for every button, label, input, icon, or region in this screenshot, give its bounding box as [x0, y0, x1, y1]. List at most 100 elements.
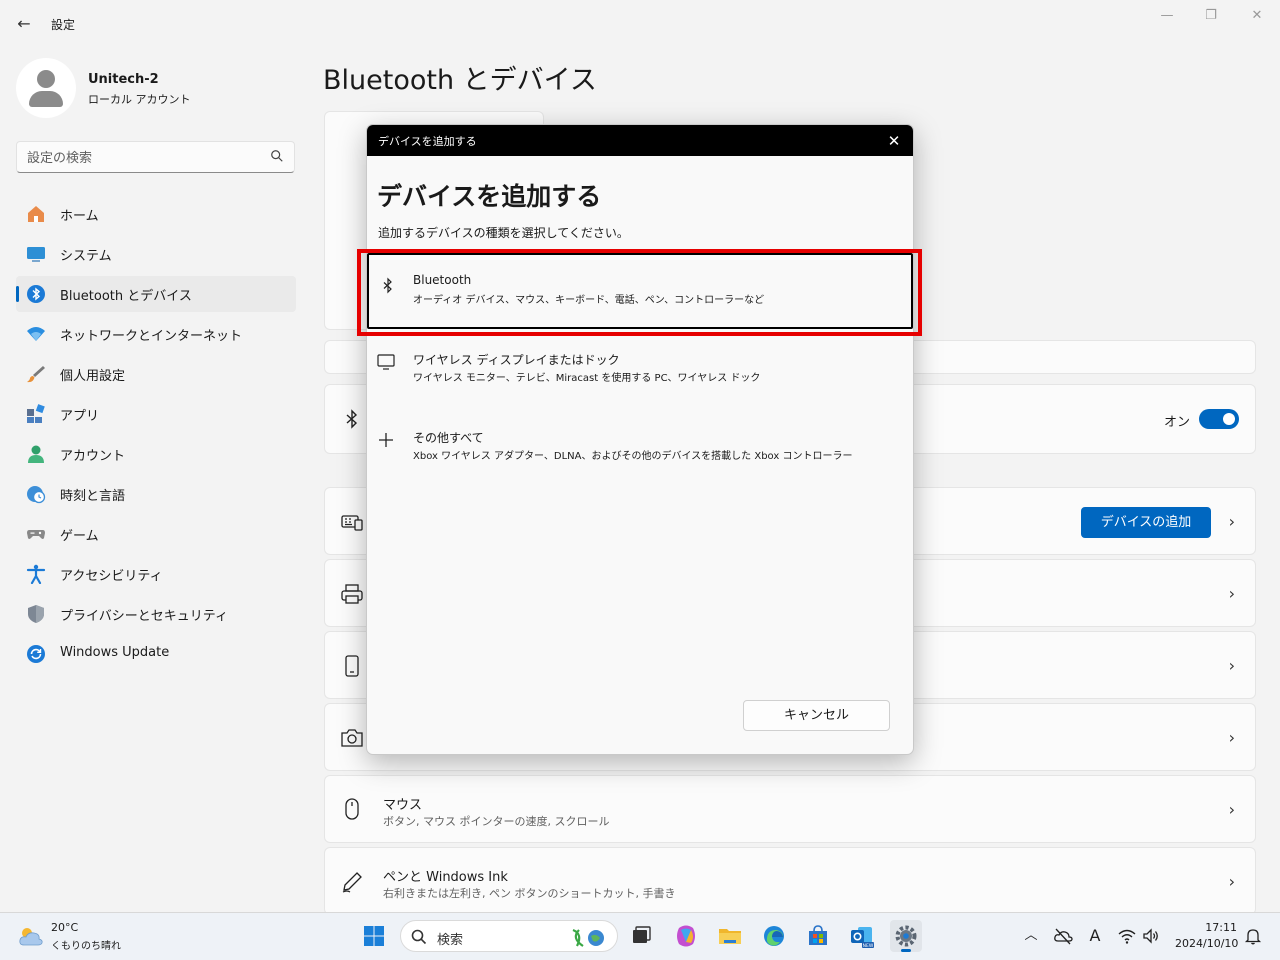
sidebar-item-time-language[interactable]: 時刻と言語	[16, 476, 296, 512]
taskbar-search[interactable]: 検索	[400, 920, 618, 952]
sidebar-item-home[interactable]: ホーム	[16, 196, 296, 232]
option-title: ワイヤレス ディスプレイまたはドック	[413, 353, 620, 367]
brush-icon	[27, 366, 45, 383]
weather-temperature[interactable]: 20°C	[51, 921, 78, 934]
search-icon	[411, 929, 427, 945]
add-device-button[interactable]: デバイスの追加	[1081, 507, 1211, 538]
settings-taskbar-button[interactable]	[890, 920, 922, 952]
sidebar-item-personalization[interactable]: 個人用設定	[16, 356, 296, 392]
pen-title: ペンと Windows Ink	[383, 870, 508, 885]
gear-icon	[895, 925, 917, 947]
option-everything-else[interactable]: その他すべて Xbox ワイヤレス アダプター、DLNA、およびその他のデバイス…	[367, 409, 913, 485]
clock-time[interactable]: 17:11	[1193, 921, 1237, 934]
chevron-right-icon: ›	[1228, 800, 1235, 819]
sidebar-item-label: アクセシビリティ	[60, 569, 163, 584]
sidebar-item-label: ホーム	[60, 209, 99, 224]
sidebar-item-label: Windows Update	[60, 645, 170, 660]
maximize-button[interactable]: ❐	[1188, 6, 1234, 30]
clock-date[interactable]: 2024/10/10	[1175, 937, 1238, 950]
bluetooth-toggle-label: オン	[1164, 415, 1191, 430]
sidebar-item-system[interactable]: システム	[16, 236, 296, 272]
sidebar-item-windows-update[interactable]: Windows Update	[16, 636, 296, 672]
page-title: Bluetooth とデバイス	[323, 65, 597, 96]
dialog-window-title: デバイスを追加する	[378, 135, 477, 148]
printer-icon	[341, 584, 363, 604]
option-wireless-display[interactable]: ワイヤレス ディスプレイまたはドック ワイヤレス モニター、テレビ、Miraca…	[367, 331, 913, 407]
cloud-sun-icon[interactable]	[18, 925, 44, 947]
pen-subtitle: 右利きまたは左利き, ペン ボタンのショートカット, 手書き	[383, 887, 676, 900]
copilot-icon[interactable]	[670, 920, 702, 952]
bluetooth-icon	[346, 409, 358, 429]
camera-icon	[341, 729, 363, 747]
gamepad-icon	[27, 530, 45, 539]
annotation-highlight-box	[357, 249, 922, 336]
sidebar-item-label: Bluetooth とデバイス	[60, 289, 192, 304]
mouse-subtitle: ボタン, マウス ポインターの速度, スクロール	[383, 815, 610, 828]
task-view-icon[interactable]	[625, 920, 657, 952]
apps-icon	[27, 404, 45, 423]
monitor-icon	[377, 354, 395, 370]
store-icon[interactable]	[802, 920, 834, 952]
pen-ink-card[interactable]: ペンと Windows Ink 右利きまたは左利き, ペン ボタンのショートカッ…	[324, 847, 1256, 915]
update-icon	[27, 645, 45, 663]
ime-indicator[interactable]: A	[1085, 926, 1105, 946]
mouse-title: マウス	[383, 798, 423, 813]
chevron-right-icon: ›	[1228, 728, 1235, 747]
app-title: 設定	[51, 18, 76, 32]
option-subtitle: ワイヤレス モニター、テレビ、Miracast を使用する PC、ワイヤレス ド…	[413, 373, 761, 384]
settings-search[interactable]	[16, 141, 295, 173]
minimize-button[interactable]: —	[1144, 6, 1190, 30]
file-explorer-icon[interactable]	[714, 920, 746, 952]
sidebar-item-bluetooth[interactable]: Bluetooth とデバイス	[16, 276, 296, 312]
monitor-icon	[27, 247, 45, 262]
chevron-right-icon: ›	[1228, 872, 1235, 891]
sidebar-item-label: プライバシーとセキュリティ	[60, 609, 228, 624]
dialog-heading: デバイスを追加する	[377, 182, 602, 211]
chevron-up-icon[interactable]: ︿	[1021, 926, 1041, 946]
notification-bell-icon[interactable]	[1243, 926, 1263, 946]
dialog-description: 追加するデバイスの種類を選択してください。	[378, 226, 629, 240]
sidebar-item-label: アカウント	[60, 449, 126, 464]
avatar[interactable]	[16, 58, 76, 118]
sidebar-item-accounts[interactable]: アカウント	[16, 436, 296, 472]
chevron-right-icon: ›	[1228, 512, 1235, 531]
bluetooth-toggle[interactable]	[1199, 409, 1239, 429]
chevron-right-icon: ›	[1228, 584, 1235, 603]
sidebar-item-label: 個人用設定	[60, 369, 126, 384]
sidebar-item-apps[interactable]: アプリ	[16, 396, 296, 432]
search-input[interactable]	[27, 148, 257, 168]
sidebar-item-privacy[interactable]: プライバシーとセキュリティ	[16, 596, 296, 632]
phone-icon	[345, 655, 359, 677]
sidebar-item-accessibility[interactable]: アクセシビリティ	[16, 556, 296, 592]
sidebar-item-label: ゲーム	[60, 529, 99, 544]
pen-icon	[342, 872, 362, 893]
search-icon	[271, 150, 283, 162]
wifi-icon[interactable]	[1117, 926, 1137, 946]
onedrive-off-icon[interactable]	[1053, 926, 1073, 946]
start-icon[interactable]	[363, 925, 385, 947]
back-button[interactable]: ←	[12, 12, 36, 36]
clock-globe-icon	[27, 486, 46, 504]
cancel-button[interactable]: キャンセル	[743, 700, 890, 731]
account-type: ローカル アカウント	[88, 93, 191, 106]
mouse-icon	[345, 798, 359, 820]
svg-text:NEW: NEW	[863, 943, 874, 949]
weather-description[interactable]: くもりのち晴れ	[51, 937, 121, 952]
outlook-new-icon[interactable]: NEW	[846, 920, 878, 952]
add-device-dialog: デバイスを追加する ✕ デバイスを追加する 追加するデバイスの種類を選択してくだ…	[366, 124, 914, 755]
sidebar-item-label: アプリ	[60, 409, 100, 424]
plus-icon	[379, 433, 393, 447]
volume-icon[interactable]	[1141, 926, 1161, 946]
sidebar-item-gaming[interactable]: ゲーム	[16, 516, 296, 552]
sidebar-item-label: システム	[60, 249, 112, 264]
bluetooth-icon	[27, 285, 45, 303]
close-icon[interactable]: ✕	[883, 130, 905, 152]
mouse-card[interactable]: マウス ボタン, マウス ポインターの速度, スクロール ›	[324, 775, 1256, 843]
edge-icon[interactable]	[758, 920, 790, 952]
title-bar	[0, 0, 1280, 48]
keyboard-device-icon	[341, 515, 363, 531]
close-button[interactable]: ✕	[1234, 6, 1280, 30]
sidebar-item-network[interactable]: ネットワークとインターネット	[16, 316, 296, 352]
account-icon	[28, 445, 44, 463]
sidebar-item-label: 時刻と言語	[60, 489, 126, 504]
